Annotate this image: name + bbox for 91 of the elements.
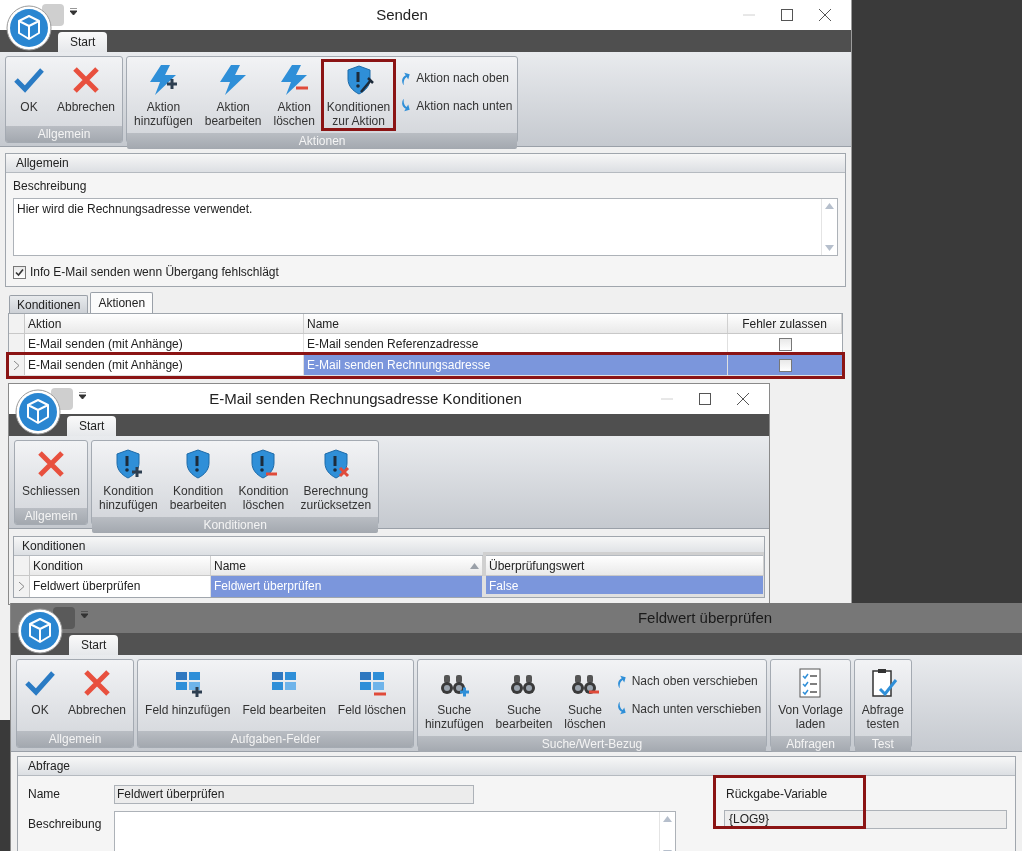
panel-header: Abfrage xyxy=(18,757,1015,776)
panel-header: Allgemein xyxy=(6,154,845,173)
column-header[interactable]: Name xyxy=(211,556,483,575)
sort-icon xyxy=(470,562,479,569)
ribbon-group-label: Allgemein xyxy=(15,508,88,524)
field-label: Beschreibung xyxy=(28,816,103,833)
checkmark-icon xyxy=(15,267,24,277)
tab[interactable]: Aktionen xyxy=(90,292,154,313)
field-label: Rückgabe-Variable xyxy=(725,786,829,803)
table-cell: E-Mail senden Rechnungsadresse xyxy=(304,355,728,375)
column-header[interactable]: Name xyxy=(304,314,728,333)
dropdown-caret-icon[interactable] xyxy=(79,391,86,399)
bolt-minus-icon xyxy=(278,64,311,96)
ribbon-group-label: Allgemein xyxy=(6,126,123,142)
ribbon-button[interactable]: Aktion hinzufügen xyxy=(128,59,199,131)
ribbon-button[interactable]: Aktion löschen xyxy=(267,59,321,131)
window-title: Feldwert überprüfen xyxy=(636,607,774,628)
table-row[interactable]: E-Mail senden (mit Anhänge) E-Mail senden Referenzadresse xyxy=(9,334,842,355)
ribbon-button[interactable]: Schliessen xyxy=(16,443,87,506)
tab[interactable]: Konditionen xyxy=(9,295,89,313)
ribbon-button[interactable]: OK xyxy=(18,662,62,729)
description-field[interactable] xyxy=(114,811,676,851)
ribbon-button[interactable]: Feld hinzufügen xyxy=(139,662,237,729)
ribbon-button[interactable]: Suche bearbeiten xyxy=(489,662,559,734)
ribbon-small-button[interactable]: Nach oben verschieben xyxy=(613,672,762,690)
panel-header: Konditionen xyxy=(14,537,764,556)
table-cell: E-Mail senden Referenzadresse xyxy=(304,334,728,354)
ribbon-button[interactable]: Aktion bearbeiten xyxy=(198,59,268,131)
row-pointer-icon xyxy=(19,582,24,591)
ribbon-small-button[interactable]: Aktion nach oben xyxy=(398,69,513,87)
name-field[interactable]: Feldwert überprüfen xyxy=(114,785,474,804)
ribbon-button[interactable]: Kondition bearbeiten xyxy=(163,443,233,515)
checkbox[interactable] xyxy=(778,337,792,351)
ribbon-button[interactable]: Suche löschen xyxy=(558,662,612,734)
checkbox-label: Info E-Mail senden wenn Übergang fehlschlägt xyxy=(30,264,279,281)
ribbon-button[interactable]: Abbrechen xyxy=(62,662,133,729)
row-pointer-icon xyxy=(14,360,19,370)
ribbon-button[interactable]: Feld löschen xyxy=(331,662,412,729)
ribbon-group-label: Aktionen xyxy=(127,133,518,149)
ribbon-group-label: Suche/Wert-Bezug xyxy=(417,736,767,752)
maximize-icon[interactable] xyxy=(699,393,711,405)
field-label: Beschreibung xyxy=(13,178,88,195)
ribbon-button[interactable]: Kondition löschen xyxy=(232,443,295,515)
close-icon[interactable] xyxy=(819,9,831,21)
app-logo-icon[interactable] xyxy=(15,389,61,435)
ribbon-group-label: Allgemein xyxy=(17,731,134,747)
column-header[interactable]: Aktion xyxy=(25,314,304,333)
app-logo-icon[interactable] xyxy=(17,608,63,654)
table-cell: False xyxy=(483,576,764,597)
table-cell: Feldwert überprüfen xyxy=(30,576,211,597)
table-cell: E-Mail senden (mit Anhänge) xyxy=(25,355,304,375)
column-title: Überprüfungswert xyxy=(489,557,585,575)
scrollbar[interactable] xyxy=(659,812,675,851)
ribbon-button[interactable]: OK xyxy=(7,59,51,124)
table-row[interactable]: Feldwert überprüfen Feldwert überprüfen False xyxy=(14,576,764,597)
ribbon-group-label: Test xyxy=(854,736,911,752)
ribbon-tab[interactable]: Start xyxy=(69,635,119,655)
ribbon-button[interactable]: Suche hinzufügen xyxy=(418,662,490,734)
ribbon-group-label: Konditionen xyxy=(92,517,379,533)
ribbon-tab[interactable]: Start xyxy=(58,32,108,52)
ribbon-tab[interactable]: Start xyxy=(67,416,117,436)
column-title: Kondition xyxy=(33,557,84,575)
window-title: Senden xyxy=(375,4,429,25)
ribbon-small-button[interactable]: Nach unten verschieben xyxy=(613,700,762,718)
table-cell: E-Mail senden (mit Anhänge) xyxy=(25,334,304,354)
ribbon-button[interactable]: Kondition hinzufügen xyxy=(93,443,164,515)
table-row[interactable]: E-Mail senden (mit Anhänge) E-Mail senden Rechnungsadresse xyxy=(9,355,842,376)
ribbon-button[interactable]: Abfrage testen xyxy=(855,662,910,734)
checkbox[interactable] xyxy=(13,265,26,279)
ribbon-button[interactable]: Konditionen zur Aktion xyxy=(320,59,397,131)
window-title: E-Mail senden Rechnungsadresse Konditionen xyxy=(208,388,523,409)
ribbon-group-label: Abfragen xyxy=(771,736,850,752)
table-cell: Feldwert überprüfen xyxy=(211,576,483,597)
description-field[interactable]: Hier wird die Rechnungsadresse verwendet. xyxy=(13,198,838,256)
app-logo-icon[interactable] xyxy=(6,5,52,51)
field-value: Hier wird die Rechnungsadresse verwendet. xyxy=(16,201,254,218)
ribbon-small-button[interactable]: Aktion nach unten xyxy=(398,97,513,115)
field-label: Name xyxy=(28,786,61,803)
ribbon-button[interactable]: Feld bearbeiten xyxy=(236,662,332,729)
checkbox[interactable] xyxy=(778,358,792,372)
column-title: Name xyxy=(214,557,246,575)
column-header[interactable]: Fehler zulassen xyxy=(728,314,842,333)
dropdown-caret-icon[interactable] xyxy=(70,7,77,15)
column-header[interactable]: Kondition xyxy=(30,556,211,575)
bolt-plus-icon xyxy=(147,64,180,96)
maximize-icon[interactable] xyxy=(781,9,793,21)
close-icon[interactable] xyxy=(737,393,749,405)
ribbon-button[interactable]: Berechnung zurücksetzen xyxy=(294,443,378,515)
ribbon-button[interactable]: Von Vorlage laden xyxy=(772,662,849,734)
ribbon-group-label: Aufgaben-Felder xyxy=(138,731,413,747)
ribbon-button[interactable]: Abbrechen xyxy=(51,59,122,124)
